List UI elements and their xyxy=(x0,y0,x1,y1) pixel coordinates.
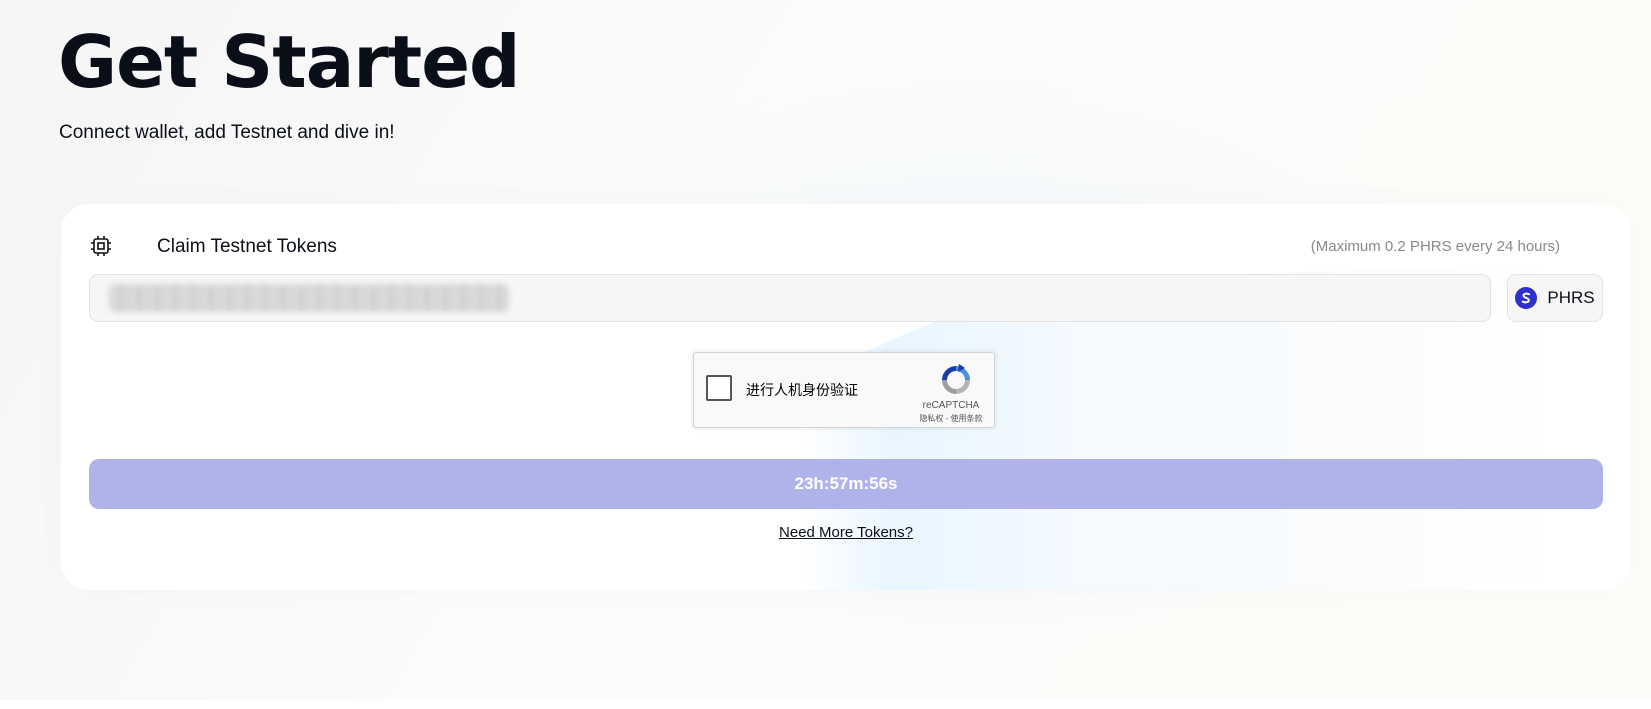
recaptcha-checkbox[interactable] xyxy=(706,375,732,401)
claim-limit-note: (Maximum 0.2 PHRS every 24 hours) xyxy=(1310,238,1560,255)
recaptcha-terms-link[interactable]: 隐私权 - 使用条款 xyxy=(908,413,994,424)
redacted-address xyxy=(109,284,509,312)
chip-icon xyxy=(91,236,111,256)
recaptcha-logo-icon xyxy=(942,364,970,394)
pharos-logo-icon xyxy=(1515,287,1538,309)
recaptcha-brand: reCAPTCHA xyxy=(922,400,980,411)
recaptcha-label: 进行人机身份验证 xyxy=(746,383,858,399)
recaptcha-widget: 进行人机身份验证 reCAPTCHA 隐私权 - 使用条款 xyxy=(693,352,995,428)
faucet-card-header: Claim Testnet Tokens (Maximum 0.2 PHRS e… xyxy=(89,230,1631,262)
need-more-tokens-link[interactable]: Need More Tokens? xyxy=(61,524,1631,541)
claim-countdown-button[interactable]: 23h:57m:56s xyxy=(89,459,1603,509)
faucet-card: Claim Testnet Tokens (Maximum 0.2 PHRS e… xyxy=(61,204,1631,590)
page-bottom-band xyxy=(0,700,1651,709)
page-subtitle: Connect wallet, add Testnet and dive in! xyxy=(59,122,395,143)
token-selector[interactable]: PHRS xyxy=(1507,274,1603,322)
faucet-card-title: Claim Testnet Tokens xyxy=(157,236,337,257)
page-title: Get Started xyxy=(58,20,521,104)
token-label: PHRS xyxy=(1547,288,1595,307)
